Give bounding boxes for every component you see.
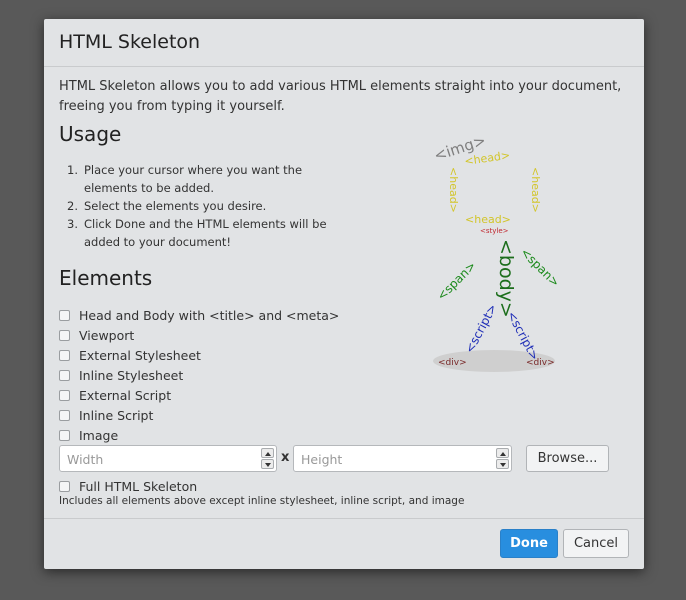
script-left-label: <script> (462, 302, 500, 356)
external-stylesheet-checkbox[interactable] (59, 349, 70, 361)
html-skeleton-illustration: <img> <head> <head> <head> <head> <style… (432, 131, 563, 372)
head-right-label: <head> (529, 167, 542, 213)
usage-step: 1. Place your cursor where you want the … (67, 163, 303, 195)
dialog-title: HTML Skeleton (59, 31, 201, 53)
viewport-label: Viewport (79, 327, 135, 343)
intro-text: HTML Skeleton allows you to add various … (59, 79, 622, 114)
times-symbol: x (281, 450, 290, 465)
width-spinner[interactable] (261, 448, 274, 469)
span-left-label: <span> (434, 259, 479, 304)
html-skeleton-dialog: HTML Skeleton HTML Skeleton allows you t… (44, 19, 644, 569)
inline-script-checkbox[interactable] (59, 409, 70, 421)
usage-step: 2. Select the elements you desire. (67, 199, 267, 213)
inline-stylesheet-label: Inline Stylesheet (79, 367, 184, 383)
option-inline-stylesheet[interactable]: Inline Stylesheet (59, 365, 389, 385)
width-input[interactable]: Width (59, 445, 277, 472)
width-decrement-button[interactable] (261, 459, 274, 469)
dialog-header: HTML Skeleton (44, 19, 644, 67)
span-right-label: <span> (518, 245, 563, 290)
image-label: Image (79, 427, 119, 443)
option-image[interactable]: Image (59, 425, 389, 445)
full-skeleton-checkbox[interactable] (59, 480, 70, 492)
footer-divider (44, 518, 644, 519)
element-options: Head and Body with <title> and <meta> Vi… (59, 305, 389, 445)
head-bottom-label: <head> (465, 213, 511, 226)
height-spinner[interactable] (496, 448, 509, 469)
image-size-row: Width x Height Browse... (59, 445, 614, 473)
height-increment-button[interactable] (496, 448, 509, 458)
body-label: <body> (495, 239, 517, 318)
viewport-checkbox[interactable] (59, 329, 70, 341)
browse-button[interactable]: Browse... (526, 445, 609, 472)
external-stylesheet-label: External Stylesheet (79, 347, 201, 363)
usage-heading: Usage (59, 122, 122, 146)
width-increment-button[interactable] (261, 448, 274, 458)
external-script-checkbox[interactable] (59, 389, 70, 401)
height-placeholder: Height (301, 452, 343, 467)
option-external-stylesheet[interactable]: External Stylesheet (59, 345, 389, 365)
width-placeholder: Width (67, 452, 104, 467)
option-viewport[interactable]: Viewport (59, 325, 389, 345)
height-decrement-button[interactable] (496, 459, 509, 469)
inline-stylesheet-checkbox[interactable] (59, 369, 70, 381)
style-label: <style> (480, 227, 509, 235)
cancel-button[interactable]: Cancel (563, 529, 629, 558)
head-left-label: <head> (447, 167, 460, 213)
option-head-body[interactable]: Head and Body with <title> and <meta> (59, 305, 389, 325)
option-external-script[interactable]: External Script (59, 385, 389, 405)
head-body-checkbox[interactable] (59, 309, 70, 321)
div-right-label: <div> (526, 358, 555, 368)
external-script-label: External Script (79, 387, 172, 403)
option-inline-script[interactable]: Inline Script (59, 405, 389, 425)
usage-step: 3. Click Done and the HTML elements will… (67, 217, 327, 249)
div-left-label: <div> (438, 358, 467, 368)
full-skeleton-label: Full HTML Skeleton (79, 478, 198, 494)
height-input[interactable]: Height (293, 445, 512, 472)
full-skeleton-note: Includes all elements above except inlin… (59, 495, 465, 507)
inline-script-label: Inline Script (79, 407, 154, 423)
head-body-label: Head and Body with <title> and <meta> (79, 307, 340, 323)
elements-heading: Elements (59, 266, 153, 290)
done-button[interactable]: Done (500, 529, 558, 558)
image-checkbox[interactable] (59, 429, 70, 441)
option-full-skeleton[interactable]: Full HTML Skeleton (59, 476, 389, 496)
usage-steps: 1. Place your cursor where you want the … (59, 161, 359, 251)
